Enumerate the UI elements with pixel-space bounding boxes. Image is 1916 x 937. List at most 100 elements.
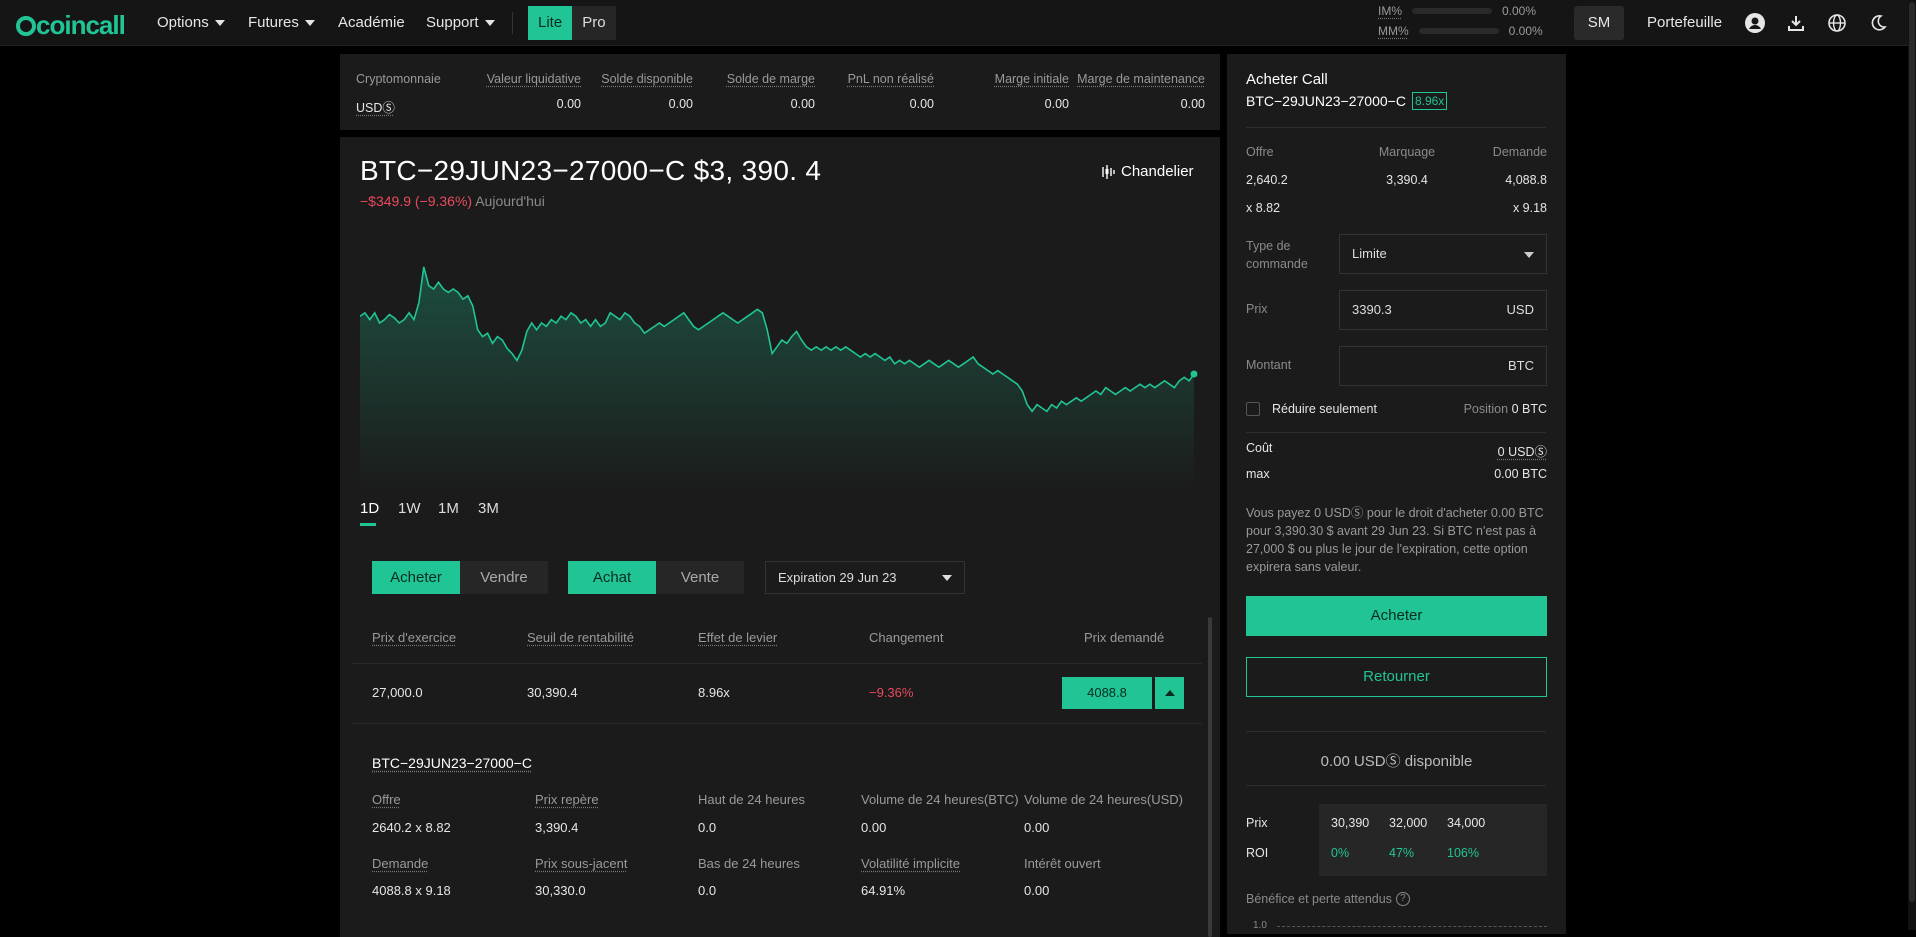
mode-switch: Lite Pro: [528, 6, 616, 40]
window-scrollbar[interactable]: [1908, 0, 1916, 930]
nav-futures[interactable]: Futures: [248, 14, 315, 31]
amount-unit: BTC: [1508, 347, 1534, 385]
bid-value: 2,640.2: [1246, 173, 1288, 187]
user-icon[interactable]: [1744, 12, 1766, 34]
sell-side-button[interactable]: Vendre: [460, 561, 548, 594]
nav-academie[interactable]: Académie: [338, 14, 405, 31]
balance-value[interactable]: USDⓈ: [356, 97, 441, 116]
brand-name: coincall: [36, 10, 125, 41]
max-label: max: [1246, 467, 1270, 481]
detail-value: 4088.8 x 9.18: [372, 883, 451, 898]
balance-available: Solde disponible 0.00: [590, 72, 693, 111]
nav-divider: [512, 12, 513, 34]
expiry-select[interactable]: Expiration 29 Jun 23: [765, 561, 965, 594]
back-button[interactable]: Retourner: [1246, 657, 1547, 697]
nav-futures-label: Futures: [248, 14, 299, 31]
panel-scrollbar[interactable]: [1208, 617, 1212, 937]
leverage-badge: 8.96x: [1412, 92, 1447, 110]
divider: [1246, 731, 1546, 732]
detail-label: Demande: [372, 856, 428, 871]
balance-header: Cryptomonnaie: [356, 72, 441, 86]
order-type-select[interactable]: Limite: [1339, 234, 1547, 274]
buy-side-button[interactable]: Acheter: [372, 561, 460, 594]
row-change: −9.36%: [869, 685, 913, 700]
balance-value: 0.00: [966, 97, 1069, 111]
balance-currency: Cryptomonnaie USDⓈ: [356, 72, 441, 116]
roi-price: 34,000: [1447, 816, 1485, 830]
reduce-only-label: Réduire seulement: [1272, 402, 1377, 416]
pnl-heading: Bénéfice et perte attendus ?: [1246, 892, 1410, 906]
mm-bar: [1419, 28, 1499, 34]
detail-value: 0.0: [698, 883, 716, 898]
chart-end-point: [1191, 371, 1198, 378]
amount-label: Montant: [1246, 358, 1291, 372]
nav-support-label: Support: [426, 14, 479, 31]
details-title: BTC−29JUN23−27000−C: [372, 755, 532, 771]
detail-label: Intérêt ouvert: [1024, 856, 1101, 871]
instrument-panel: BTC−29JUN23−27000−C $3, 390. 4 −$349.9 (…: [340, 137, 1220, 937]
balance-header: Valeur liquidative: [473, 72, 581, 86]
position-label: Position: [1464, 402, 1508, 416]
download-icon[interactable]: [1785, 12, 1807, 34]
option-type-switch: Achat Vente: [568, 561, 744, 594]
ask-price-button[interactable]: 4088.8: [1062, 677, 1152, 709]
nav-support[interactable]: Support: [426, 14, 495, 31]
chevron-down-icon: [1524, 252, 1534, 258]
price-chart[interactable]: [360, 245, 1200, 490]
range-3m-tab[interactable]: 3M: [478, 500, 518, 526]
roi-price-label: Prix: [1246, 816, 1268, 830]
window-scrollbar-thumb[interactable]: [1909, 2, 1915, 902]
price-input[interactable]: 3390.3 USD: [1339, 290, 1547, 330]
detail-value: 0.00: [861, 820, 886, 835]
detail-label: Haut de 24 heures: [698, 792, 805, 807]
max-value: 0.00 BTC: [1407, 467, 1547, 481]
ask-size: x 9.18: [1447, 201, 1547, 215]
nav-options[interactable]: Options: [157, 14, 225, 31]
header-breakeven: Seuil de rentabilité: [527, 630, 634, 645]
roi-price: 32,000: [1389, 816, 1427, 830]
order-title: Acheter Call: [1246, 71, 1328, 88]
instrument-name: BTC−29JUN23−27000−C: [360, 155, 686, 186]
balance-header: Solde disponible: [590, 72, 693, 86]
range-1m-tab[interactable]: 1M: [438, 500, 478, 526]
range-1w-tab[interactable]: 1W: [398, 500, 438, 526]
put-button[interactable]: Vente: [656, 561, 744, 594]
moon-icon[interactable]: [1867, 12, 1889, 34]
call-button[interactable]: Achat: [568, 561, 656, 594]
bid-label: Offre: [1246, 145, 1274, 159]
header-ask: Prix demandé: [1084, 630, 1164, 645]
divider: [1246, 785, 1546, 786]
expand-row-button[interactable]: [1155, 677, 1184, 709]
globe-icon[interactable]: [1826, 12, 1848, 34]
mode-lite-button[interactable]: Lite: [528, 6, 572, 40]
balance-unrealized-pnl: PnL non réalisé 0.00: [846, 72, 934, 111]
portfolio-link[interactable]: Portefeuille: [1647, 14, 1722, 31]
mode-pro-button[interactable]: Pro: [572, 6, 615, 40]
detail-label: Bas de 24 heures: [698, 856, 800, 871]
amount-input[interactable]: BTC: [1339, 346, 1547, 386]
user-initials-button[interactable]: SM: [1574, 6, 1624, 40]
header-leverage: Effet de levier: [698, 630, 777, 645]
row-breakeven: 30,390.4: [527, 685, 578, 700]
order-panel: Acheter Call BTC−29JUN23−27000−C 8.96x O…: [1227, 54, 1566, 934]
order-type-value: Limite: [1352, 246, 1387, 261]
candlestick-label: Chandelier: [1121, 163, 1194, 180]
help-icon[interactable]: ?: [1396, 892, 1410, 906]
roi-price: 30,390: [1331, 816, 1369, 830]
chevron-down-icon: [215, 20, 225, 26]
im-bar: [1412, 8, 1492, 14]
buy-button[interactable]: Acheter: [1246, 596, 1547, 636]
coincall-logo[interactable]: coincall: [16, 10, 125, 41]
candlestick-toggle[interactable]: Chandelier: [1101, 163, 1194, 180]
reduce-only-checkbox[interactable]: [1246, 402, 1260, 416]
chevron-down-icon: [485, 20, 495, 26]
detail-label: Offre: [372, 792, 401, 807]
pnl-chart-gridline: [1277, 926, 1547, 927]
nav-options-label: Options: [157, 14, 209, 31]
cost-value: 0 USDⓈ: [1407, 441, 1547, 460]
balance-liquidation: Valeur liquidative 0.00: [473, 72, 581, 111]
order-instrument-name: BTC−29JUN23−27000−C: [1246, 93, 1406, 109]
range-1d-tab[interactable]: 1D: [360, 500, 376, 526]
header-strike: Prix d'exercice: [372, 630, 456, 645]
balance-value: 0.00: [473, 97, 581, 111]
